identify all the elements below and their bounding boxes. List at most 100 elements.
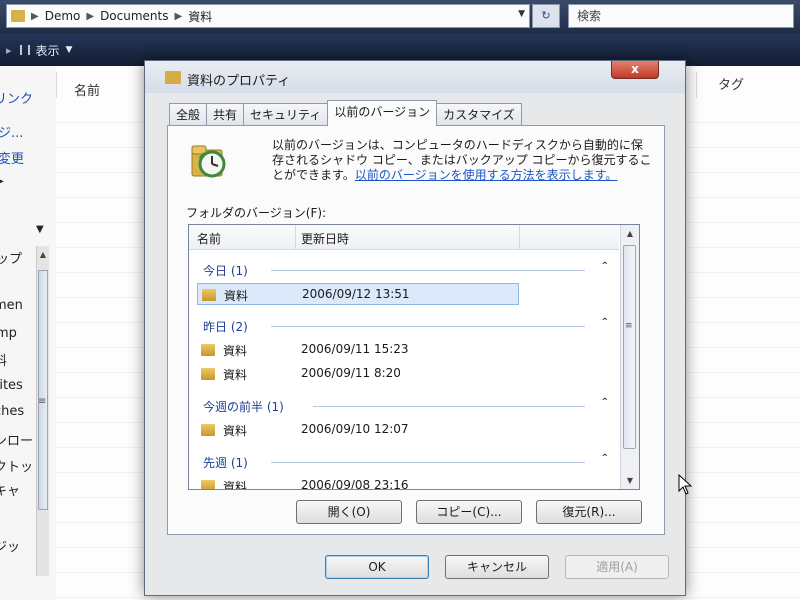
collapse-icon[interactable]: ⌃ — [601, 453, 609, 464]
tab-general[interactable]: 全般 — [169, 103, 208, 126]
group-header[interactable]: 今週の前半 (1) ⌃ — [197, 397, 615, 415]
nav-scrollbar[interactable]: ▲ ≡ — [36, 246, 49, 576]
collapse-icon[interactable]: ⌃ — [601, 397, 609, 408]
folder-icon — [201, 480, 215, 489]
folder-icon — [201, 424, 215, 436]
group-label: 今日 (1) — [203, 264, 248, 278]
group-label: 先週 (1) — [203, 456, 248, 470]
breadcrumb-item[interactable]: Documents — [100, 9, 168, 23]
grip-icon: ≡ — [38, 396, 47, 407]
nav-item[interactable]: mp — [0, 326, 17, 341]
apply-button[interactable]: 適用(A) — [565, 555, 669, 579]
column-divider — [56, 72, 57, 98]
grip-icon: ≡ — [625, 321, 633, 331]
version-date: 2006/09/10 12:07 — [301, 422, 409, 436]
view-button[interactable]: 表示 ▼ — [19, 42, 73, 59]
column-header-name[interactable]: 名前 — [74, 80, 100, 99]
nav-item[interactable]: リンク — [0, 88, 33, 107]
group-divider — [271, 326, 585, 327]
toolbar-overflow-icon[interactable]: ▸ — [6, 44, 12, 57]
navigation-pane: リンク ジ... 変更 ▶ ▼ ップ men mp 料 rites ches ン… — [0, 66, 57, 600]
nav-item[interactable]: ジ... — [0, 122, 23, 141]
breadcrumb-item[interactable]: 資料 — [188, 8, 212, 25]
group-divider — [271, 462, 585, 463]
version-name: 資料 — [223, 424, 248, 438]
scroll-thumb[interactable] — [38, 270, 48, 510]
version-date: 2006/09/08 23:16 — [301, 478, 409, 490]
column-divider — [295, 225, 296, 249]
version-row[interactable]: 資料 2006/09/11 15:23 — [197, 339, 519, 361]
expand-arrow-icon[interactable]: ▶ — [0, 176, 4, 187]
column-header-name[interactable]: 名前 — [197, 230, 221, 247]
group-divider — [313, 406, 585, 407]
tab-strip: 全般 共有 セキュリティ 以前のバージョン カスタマイズ — [169, 100, 522, 126]
group-header[interactable]: 今日 (1) ⌃ — [197, 261, 615, 279]
ok-button[interactable]: OK — [325, 555, 429, 579]
folder-icon — [11, 10, 25, 22]
folder-icon — [201, 368, 215, 380]
chevron-down-icon[interactable]: ▼ — [518, 9, 525, 19]
nav-item[interactable]: men — [0, 298, 23, 313]
folder-icon — [201, 344, 215, 356]
nav-item[interactable]: キャ — [0, 480, 20, 499]
view-grid-icon — [19, 45, 30, 55]
search-input[interactable]: 検索 — [568, 4, 794, 28]
group-header[interactable]: 先週 (1) ⌃ — [197, 453, 615, 471]
group-header[interactable]: 昨日 (2) ⌃ — [197, 317, 615, 335]
open-button[interactable]: 開く(O) — [296, 500, 402, 524]
dialog-titlebar[interactable]: 資料のプロパティ x — [145, 61, 685, 93]
nav-item[interactable]: ジッ — [0, 536, 20, 555]
column-divider — [519, 225, 520, 249]
column-header-modified[interactable]: 更新日時 — [301, 230, 349, 247]
nav-item[interactable]: 料 — [0, 350, 7, 369]
versions-scrollbar[interactable]: ▲ ≡ ▼ — [620, 225, 639, 489]
scroll-up-icon[interactable]: ▲ — [37, 250, 49, 259]
breadcrumb-separator-icon: ▶ — [86, 10, 95, 22]
version-name: 資料 — [223, 344, 248, 358]
refresh-icon[interactable]: ↻ — [532, 4, 560, 28]
cancel-button[interactable]: キャンセル — [445, 555, 549, 579]
folder-versions-label: フォルダのバージョン(F): — [186, 206, 327, 220]
tab-previous-versions[interactable]: 以前のバージョン — [327, 100, 438, 126]
copy-button[interactable]: コピー(C)... — [416, 500, 522, 524]
scroll-thumb[interactable] — [623, 245, 636, 449]
column-divider — [696, 72, 697, 98]
scroll-down-icon[interactable]: ▼ — [621, 476, 639, 485]
view-label: 表示 — [35, 43, 60, 58]
tab-customize[interactable]: カスタマイズ — [436, 103, 522, 126]
mouse-pointer-icon — [678, 474, 693, 495]
version-row[interactable]: 資料 2006/09/11 8:20 — [197, 363, 519, 385]
version-date: 2006/09/12 13:51 — [302, 287, 410, 301]
close-button[interactable]: x — [611, 61, 659, 79]
column-header-tag[interactable]: タグ — [718, 74, 744, 93]
properties-dialog: 資料のプロパティ x 全般 共有 セキュリティ 以前のバージョン カスタマイズ … — [144, 60, 686, 596]
help-link[interactable]: 以前のバージョンを使用する方法を表示します。 — [355, 168, 618, 182]
version-row[interactable]: 資料 2006/09/10 12:07 — [197, 419, 519, 441]
nav-item[interactable]: rites — [0, 378, 23, 393]
nav-item[interactable]: クトッ — [0, 456, 33, 475]
breadcrumb-item[interactable]: Demo — [45, 9, 81, 23]
collapse-icon[interactable]: ⌃ — [601, 317, 609, 328]
group-divider — [271, 270, 585, 271]
nav-item[interactable]: ches — [0, 404, 24, 419]
version-row[interactable]: 資料 2006/09/12 13:51 — [197, 283, 519, 305]
address-box[interactable]: ▶ Demo ▶ Documents ▶ 資料 ▼ — [6, 4, 530, 28]
tab-security[interactable]: セキュリティ — [243, 103, 329, 126]
address-bar-area: ▶ Demo ▶ Documents ▶ 資料 ▼ ↻ 検索 — [0, 0, 800, 34]
description-text: 以前のバージョンは、コンピュータのハードディスクから自動的に保存されるシャドウ … — [272, 138, 652, 183]
nav-item[interactable]: ンロー — [0, 430, 33, 449]
chevron-down-icon: ▼ — [65, 45, 73, 55]
folder-icon — [202, 289, 216, 301]
version-date: 2006/09/11 15:23 — [301, 342, 409, 356]
version-name: 資料 — [223, 480, 248, 490]
tab-sharing[interactable]: 共有 — [206, 103, 245, 126]
nav-item[interactable]: ップ — [0, 248, 22, 267]
scroll-up-icon[interactable]: ▲ — [621, 229, 639, 238]
nav-item[interactable]: 変更 — [0, 148, 24, 167]
version-row[interactable]: 資料 2006/09/08 23:16 — [197, 475, 519, 490]
versions-list[interactable]: 名前 更新日時 今日 (1) ⌃ 資料 2006/09/12 13:51 昨日 … — [188, 224, 640, 490]
collapse-icon[interactable]: ⌃ — [601, 261, 609, 272]
version-name: 資料 — [224, 289, 249, 303]
chevron-down-icon[interactable]: ▼ — [36, 224, 44, 235]
restore-button[interactable]: 復元(R)... — [536, 500, 642, 524]
